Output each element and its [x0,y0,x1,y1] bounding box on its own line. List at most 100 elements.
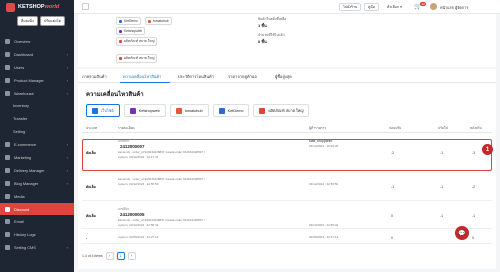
table-row: ตัดเล็ม kanomdy : order_id 944044428837 /… [82,173,492,201]
menu-icon [5,38,10,44]
sidebar-tags: ลืมลงนิ่ง ปรับแต่งโต [17,16,65,26]
channel-icon [92,107,98,114]
channel-tab[interactable]: เว็บไซต์ [86,104,120,117]
chevron-right-icon: › [66,180,68,186]
sidebar-item[interactable]: Discount [0,202,74,216]
chevron-right-icon: › [66,154,68,160]
section-title: ความเคลื่อนไหวสินค้า [86,92,144,98]
system-timestamp: system, 02/09/2024 : 12:27:14 [118,235,159,239]
channel-tab[interactable]: ผลิตภัณฑ์ สบาย ใหญ่ [253,104,310,117]
chevron-right-icon: › [66,90,68,96]
sidebar-item-label: Discount [14,206,30,212]
qty-before: -2 [391,151,395,155]
sidebar-item[interactable]: Media [0,190,74,203]
manual-button-label: คู่มือ [368,5,375,9]
channel-chip: tomatohub [145,17,172,25]
sidebar-item[interactable]: Users › [0,61,74,74]
channel-icon [175,107,182,114]
chip-label: KetDemo [124,19,138,23]
tab-overview[interactable]: ภาพรวมสินค้า [82,73,107,80]
sidebar-menu: Overview Dashboard › Users › Product Manager ›… [0,35,74,254]
channel-tab[interactable]: KetDemo [212,104,250,117]
sidebar-item[interactable]: Inventory [0,99,74,112]
order-number-link[interactable]: 2412000007 [120,144,144,149]
tab-partner-price[interactable]: ราคาจากคู่ค้าออ [228,73,257,80]
chevron-right-icon: › [66,167,68,173]
sidebar-item-label: Setting [13,129,26,135]
sidebar-item[interactable]: Warehouse › [0,87,74,100]
sidebar-item[interactable]: Product Manager › [0,74,74,87]
menu-icon [5,77,10,83]
qty-after: -3 [472,151,476,155]
chat-icon[interactable]: 💬 [455,226,469,240]
brand-logo[interactable]: KETSHOPworld [18,4,59,10]
sidebar-item[interactable]: Delivery Manager › [0,164,74,177]
operator-name: staff_thoppanm [309,139,333,143]
sidebar-item[interactable]: E-commerce › [0,138,74,151]
channel-tab[interactable]: tomatohub [169,104,209,117]
sidebar-item-label: Users [14,64,25,70]
store-button[interactable]: ไปยังร้าน [339,3,362,11]
cart-count-badge: 12 [420,2,427,6]
tab-transfer-history[interactable]: ประวัติการโอนสินค้า [178,73,214,80]
menu-icon [5,142,10,148]
sidebar-item[interactable]: Blog Manager › [0,177,74,190]
brand-name: KETSHOP [18,4,45,10]
sidebar-item-label: Marketing [14,154,32,160]
chevron-right-icon: › [66,142,68,148]
qty-before: 0 [391,214,393,218]
channel-tab-label: tomatohub [184,108,203,113]
channel-chip: KetDemo [116,17,141,25]
sidebar-item-label: History Logs [14,232,36,238]
tab-movement[interactable]: ความเคลื่อนไหวสินค้า [123,73,161,80]
qty-change: -1 [440,214,444,218]
menu-icon [5,167,10,173]
movement-description: kanomdy : order_id 944044428837 /usada o… [118,218,205,222]
movement-type: - [86,236,88,240]
menu-icon [5,232,10,238]
page-number-button[interactable]: 1 [116,252,125,260]
column-header: ประเภท [86,126,98,130]
user-name[interactable]: หน้าแรก ผู้จัดการ [440,5,468,11]
product-channel-card: KetDemo tomatohub Ketshopweb ผลิตภัณฑ์ ส… [78,14,496,67]
channel-icon [259,107,266,114]
sidebar-item[interactable]: History Logs [0,228,74,241]
sidebar-item[interactable]: Overview [0,35,74,48]
chevron-right-icon: › [66,77,68,83]
sidebar-item[interactable]: Transfer [0,112,74,125]
next-page-button[interactable]: › [127,252,136,260]
prev-page-button[interactable]: ‹ [105,252,114,260]
channel-chip: ผลิตภัณฑ์ สบาย ใหญ่ [116,37,158,46]
qty-after: 0 [472,236,474,240]
manual-button[interactable]: คู่มือ [364,3,379,11]
sidebar-item[interactable]: Marketing › [0,151,74,164]
sidebar-item[interactable]: Setting CMS › [0,241,74,254]
sidebar-item[interactable]: Dashboard › [0,48,74,61]
topbar: ไปยังร้าน คู่มือ ตัวเลือก ▾ 🛒 12 หน้าแรก… [74,0,500,14]
language-select[interactable]: ตัวเลือก ▾ [384,3,405,11]
sidebar-item-label: Media [14,193,25,199]
sidebar-tag[interactable]: ลืมลงนิ่ง [17,16,38,26]
brand-name-suffix: world [44,4,60,10]
sidebar-item-label: Product Manager [14,77,44,83]
sidebar-item[interactable]: Setting [0,125,74,138]
system-timestamp: system, 03/12/2024 : 12:17:41 [118,155,159,159]
operation-date: 03/12/2024 : 22:55:42 [309,223,339,227]
callout-marker: 1 [482,144,493,155]
stock-used: จำนวนที่ใช้ไปแล้ว 0 ชิ้น [258,33,285,45]
system-timestamp: system, 03/12/2024 : 22:55:50 [118,182,159,186]
sidebar-item-label: Warehouse [14,90,34,96]
menu-toggle-icon[interactable] [82,3,89,10]
movement-type: ตัดเล็ม [86,151,96,155]
stock-used-value: 0 ชิ้น [258,39,267,44]
avatar[interactable] [430,3,437,10]
sidebar: KETSHOPworld ลืมลงนิ่ง ปรับแต่งโต Overvi… [0,0,74,272]
tab-top-buyers[interactable]: ผู้ซื้อสูงสุด [275,73,292,80]
pagination: 1-4 of 4 items ‹ 1 › [82,252,136,260]
sidebar-tag[interactable]: ปรับแต่งโต [39,16,65,26]
channel-tab[interactable]: Ketshopweb [123,104,166,117]
sidebar-item-label: E-commerce [14,142,37,148]
order-number-link[interactable]: 2412000005 [120,212,144,217]
table-row: ตัดเล็ม เลขที่บิล :2412000005 kanomdy : or… [82,203,492,229]
sidebar-item[interactable]: Email [0,215,74,228]
